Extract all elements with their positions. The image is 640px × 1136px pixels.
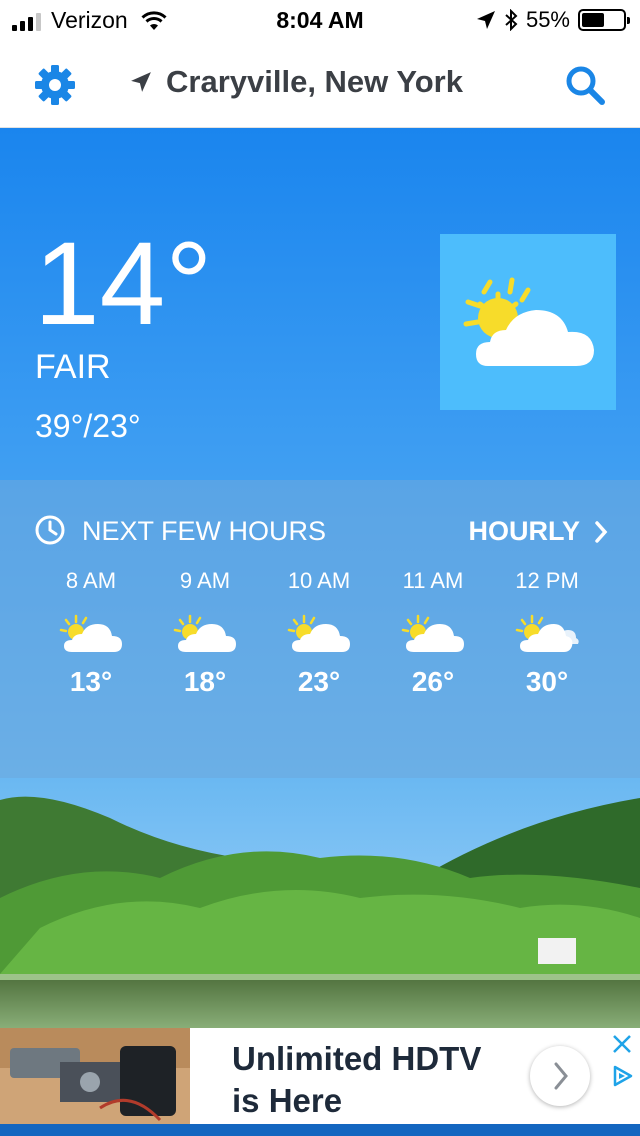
hour-temp: 18°	[183, 666, 227, 697]
hourly-item[interactable]: 10 AM 23°	[262, 568, 376, 698]
hourly-header: NEXT FEW HOURS HOURLY	[34, 512, 608, 548]
ad-headline-line2: is Here	[232, 1082, 343, 1119]
current-temperature: 14°	[34, 218, 213, 350]
close-icon[interactable]	[610, 1032, 634, 1056]
sun-clouds-icon	[515, 614, 579, 652]
ad-open-button[interactable]	[530, 1046, 590, 1106]
status-bar: Verizon 8:04 AM 55%	[0, 0, 640, 40]
battery-fill	[582, 13, 604, 27]
location-name: Craryville, New York	[166, 64, 463, 99]
hour-temp: 30°	[525, 666, 569, 697]
hourly-item[interactable]: 8 AM 13°	[34, 568, 148, 698]
hourly-item[interactable]: 12 PM 30°	[490, 568, 604, 698]
app-header: Craryville, New York	[0, 40, 640, 128]
battery-percent: 55%	[525, 7, 570, 32]
hourly-forecast-panel: NEXT FEW HOURS HOURLY 8 AM 13° 9 AM 18°	[0, 480, 640, 778]
location-arrow-icon	[476, 11, 495, 29]
hour-temp: 26°	[411, 666, 455, 697]
sun-cloud-icon	[59, 614, 122, 652]
clock-icon	[35, 515, 65, 545]
hour-temp: 23°	[297, 666, 341, 697]
hourly-link-label: HOURLY	[468, 516, 580, 546]
bluetooth-icon	[505, 9, 518, 31]
hourly-link[interactable]: HOURLY	[468, 516, 608, 547]
hour-time: 11 AM	[402, 568, 464, 593]
search-icon[interactable]	[564, 64, 606, 106]
battery-icon	[578, 9, 630, 31]
hour-time: 12 PM	[515, 568, 579, 593]
next-few-hours-label: NEXT FEW HOURS	[82, 516, 327, 546]
hour-time: 8 AM	[65, 568, 117, 593]
hour-time: 9 AM	[179, 568, 231, 593]
ad-image	[0, 1028, 190, 1124]
location-selector[interactable]: Craryville, New York	[130, 64, 463, 100]
chevron-right-icon	[554, 1062, 568, 1090]
ad-choices-icon[interactable]	[610, 1064, 634, 1088]
hour-temp: 13°	[69, 666, 113, 697]
sun-cloud-icon	[463, 277, 594, 366]
bottom-strip	[0, 1124, 640, 1136]
ad-banner[interactable]: Unlimited HDTV is Here	[0, 1028, 640, 1124]
hour-time: 10 AM	[287, 568, 351, 593]
hourly-list: 8 AM 13° 9 AM 18° 10 AM 23° 11 AM 26° 12…	[34, 568, 604, 698]
sun-cloud-icon	[401, 614, 464, 652]
condition-icon-box	[440, 234, 616, 410]
ad-headline: Unlimited HDTV is Here	[232, 1038, 512, 1122]
chevron-right-icon	[595, 520, 608, 543]
hourly-item[interactable]: 11 AM 26°	[376, 568, 490, 698]
ad-headline-line1: Unlimited HDTV	[232, 1040, 482, 1077]
high-low-temperature: 39°/23°	[35, 408, 141, 444]
landscape-image	[0, 778, 640, 1030]
location-arrow-icon	[131, 72, 151, 92]
sun-cloud-icon	[287, 614, 350, 652]
gear-icon[interactable]	[34, 64, 76, 106]
status-right: 55%	[476, 7, 630, 33]
sun-cloud-icon	[173, 614, 236, 652]
hourly-item[interactable]: 9 AM 18°	[148, 568, 262, 698]
current-condition: FAIR	[35, 348, 111, 386]
